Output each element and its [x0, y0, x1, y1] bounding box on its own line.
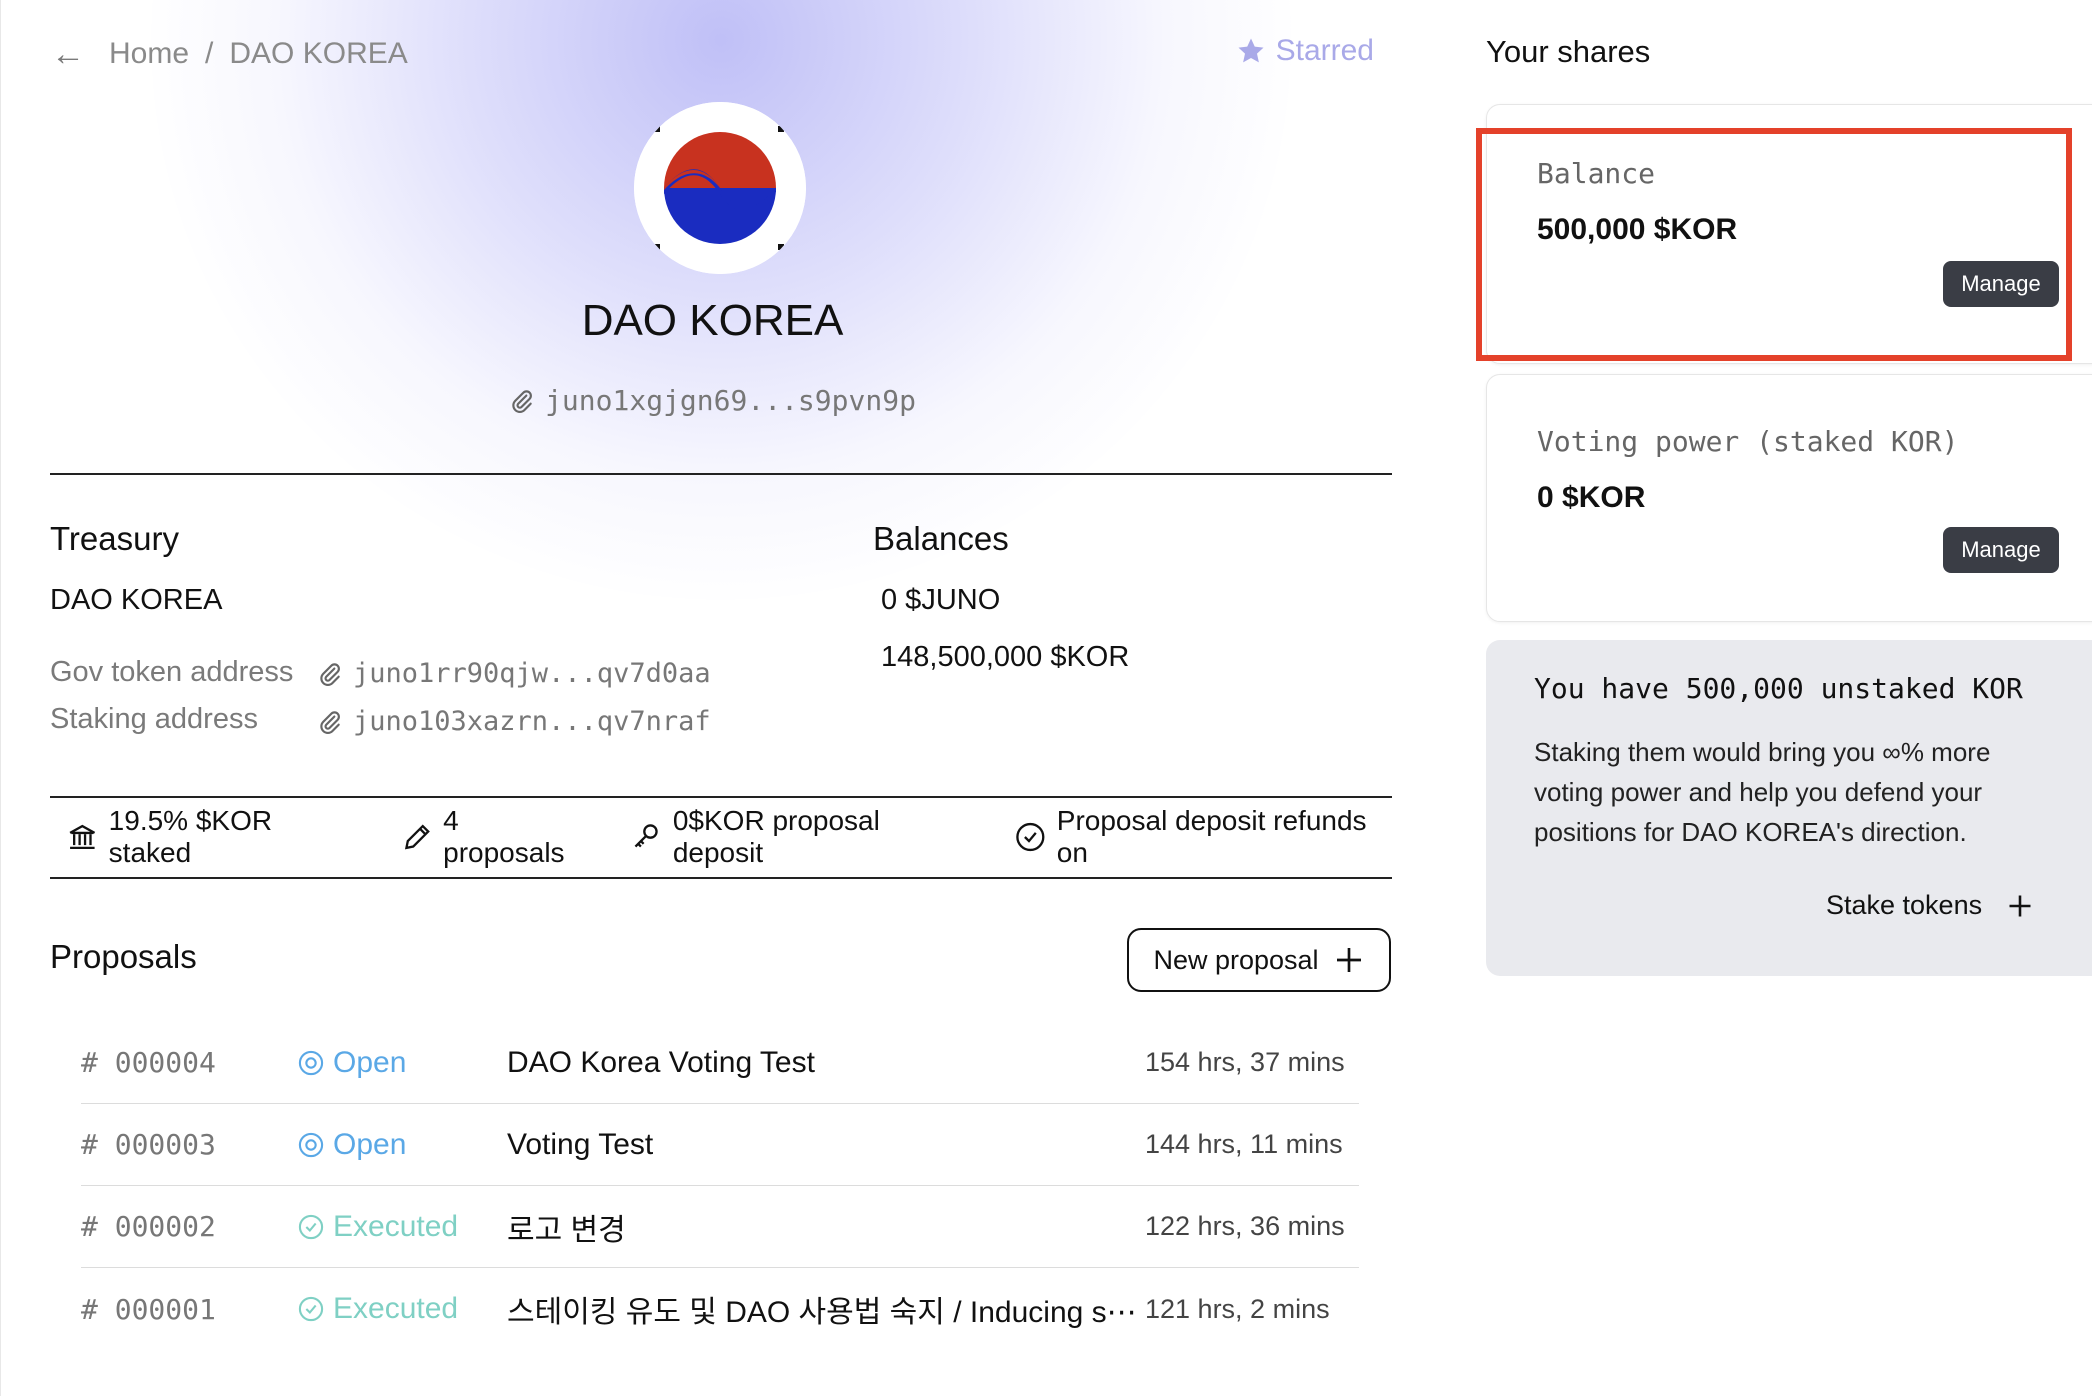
divider — [50, 473, 1392, 475]
stat-staked: 19.5% $KOR staked — [66, 805, 353, 869]
gov-token-label: Gov token address — [50, 656, 294, 688]
voting-power-label: Voting power (staked KOR) — [1537, 425, 1959, 458]
stake-description: Staking them would bring you ∞% more vot… — [1534, 737, 1991, 847]
open-status-icon — [298, 1132, 324, 1157]
stat-proposals: 4 proposals — [401, 805, 583, 869]
breadcrumb-current: DAO KOREA — [229, 37, 408, 70]
staking-address-label: Staking address — [50, 703, 258, 735]
proposal-status-label: Open — [333, 1127, 407, 1161]
proposal-title: DAO Korea Voting Test — [507, 1045, 815, 1079]
highlight-box — [1476, 128, 2072, 361]
staking-address[interactable]: juno103xazrn...qv7nraf — [317, 706, 711, 737]
starred-button[interactable]: Starred — [1236, 34, 1374, 68]
executed-check-icon — [298, 1214, 324, 1239]
paperclip-icon — [320, 662, 340, 686]
proposal-time: 144 hrs, 11 mins — [1145, 1129, 1343, 1159]
paperclip-icon — [512, 389, 532, 413]
manage-voting-button[interactable]: Manage — [1943, 527, 2059, 573]
stake-tokens-box: You have 500,000 unstaked KOR Staking th… — [1486, 640, 2092, 976]
proposal-status: Open — [297, 1046, 507, 1080]
balance-juno: 0 $JUNO — [881, 584, 1001, 616]
treasury-name: DAO KOREA — [50, 584, 223, 616]
your-shares-title: Your shares — [1486, 34, 1651, 69]
staking-address-text: juno103xazrn...qv7nraf — [353, 706, 711, 737]
key-icon — [634, 824, 658, 848]
breadcrumb-separator: / — [205, 37, 214, 70]
pencil-icon — [404, 824, 430, 850]
stat-deposit: 0$KOR proposal deposit — [630, 805, 966, 869]
unstaked-heading: You have 500,000 unstaked KOR — [1534, 672, 2023, 705]
star-icon — [1238, 38, 1264, 63]
proposal-id: # 000004 — [81, 1046, 216, 1079]
dao-address-text: juno1xgjgn69...s9pvn9p — [545, 384, 916, 417]
proposal-status-label: Executed — [333, 1209, 459, 1243]
stat-refunds: Proposal deposit refunds on — [1014, 805, 1392, 869]
stat-staked-text: 19.5% $KOR staked — [108, 805, 273, 868]
paperclip-icon — [320, 710, 340, 734]
proposal-id: # 000002 — [81, 1210, 216, 1243]
proposal-id: # 000003 — [81, 1128, 216, 1161]
treasury-heading: Treasury — [50, 520, 179, 557]
dao-logo — [634, 102, 806, 274]
main-panel: ← Home / DAO KOREA Starred DAO KOREA jun… — [0, 0, 1392, 1396]
proposal-status-label: Open — [333, 1045, 407, 1079]
divider — [50, 877, 1392, 879]
voting-power-value: 0 $KOR — [1537, 481, 1646, 514]
proposal-status-label: Executed — [333, 1292, 459, 1325]
balance-kor: 148,500,000 $KOR — [881, 641, 1130, 673]
proposal-status: Executed — [297, 1292, 507, 1326]
stat-proposals-text: 4 proposals — [443, 805, 565, 868]
dao-address[interactable]: juno1xgjgn69...s9pvn9p — [1, 384, 1424, 417]
proposal-time: 121 hrs, 2 mins — [1145, 1293, 1330, 1324]
plus-icon — [2009, 895, 2031, 916]
stats-bar: 19.5% $KOR staked 4 proposals 0$KOR prop… — [50, 796, 1392, 878]
proposal-id: # 000001 — [81, 1292, 216, 1326]
proposal-row[interactable]: # 000002 Executed 로고 변경 122 hrs, 36 mins — [81, 1186, 1359, 1268]
stake-tokens-button[interactable]: Stake tokens — [1826, 890, 2034, 921]
starred-label: Starred — [1275, 34, 1374, 67]
proposal-row[interactable]: # 000003 Open Voting Test 144 hrs, 11 mi… — [81, 1104, 1359, 1186]
dao-title: DAO KOREA — [581, 296, 844, 345]
voting-power-card: Voting power (staked KOR) 0 $KOR Manage — [1486, 374, 2092, 622]
proposal-title: Voting Test — [507, 1127, 654, 1161]
gov-token-address[interactable]: juno1rr90qjw...qv7d0aa — [317, 658, 711, 689]
breadcrumb: ← Home / DAO KOREA — [51, 34, 408, 74]
new-proposal-button[interactable]: New proposal — [1127, 928, 1391, 992]
stat-refunds-text: Proposal deposit refunds on — [1056, 805, 1367, 868]
plus-icon — [1336, 948, 1361, 972]
proposal-time: 122 hrs, 36 mins — [1145, 1211, 1345, 1241]
new-proposal-label: New proposal — [1153, 944, 1319, 975]
proposal-time: 154 hrs, 37 mins — [1145, 1047, 1345, 1077]
balances-heading: Balances — [873, 520, 1009, 557]
executed-check-icon — [298, 1296, 324, 1322]
proposal-status: Open — [297, 1128, 507, 1162]
proposal-status: Executed — [297, 1210, 507, 1244]
proposal-row[interactable]: # 000004 Open DAO Korea Voting Test 154 … — [81, 1022, 1359, 1104]
open-status-icon — [298, 1050, 324, 1075]
stat-deposit-text: 0$KOR proposal deposit — [672, 805, 880, 868]
proposal-title: 스테이킹 유도 및 DAO 사용법 숙지 / Inducing s⋯ — [507, 1296, 1137, 1329]
proposals-heading: Proposals — [50, 938, 197, 975]
bank-icon — [69, 824, 96, 850]
breadcrumb-home[interactable]: Home — [109, 37, 189, 71]
proposal-row[interactable]: # 000001 Executed 스테이킹 유도 및 DAO 사용법 숙지 /… — [81, 1268, 1359, 1350]
stake-tokens-label: Stake tokens — [1826, 890, 1983, 920]
check-circle-icon — [1016, 822, 1045, 852]
back-arrow-icon[interactable]: ← — [51, 35, 85, 74]
gov-token-address-text: juno1rr90qjw...qv7d0aa — [353, 658, 711, 689]
proposal-title: 로고 변경 — [507, 1213, 626, 1247]
